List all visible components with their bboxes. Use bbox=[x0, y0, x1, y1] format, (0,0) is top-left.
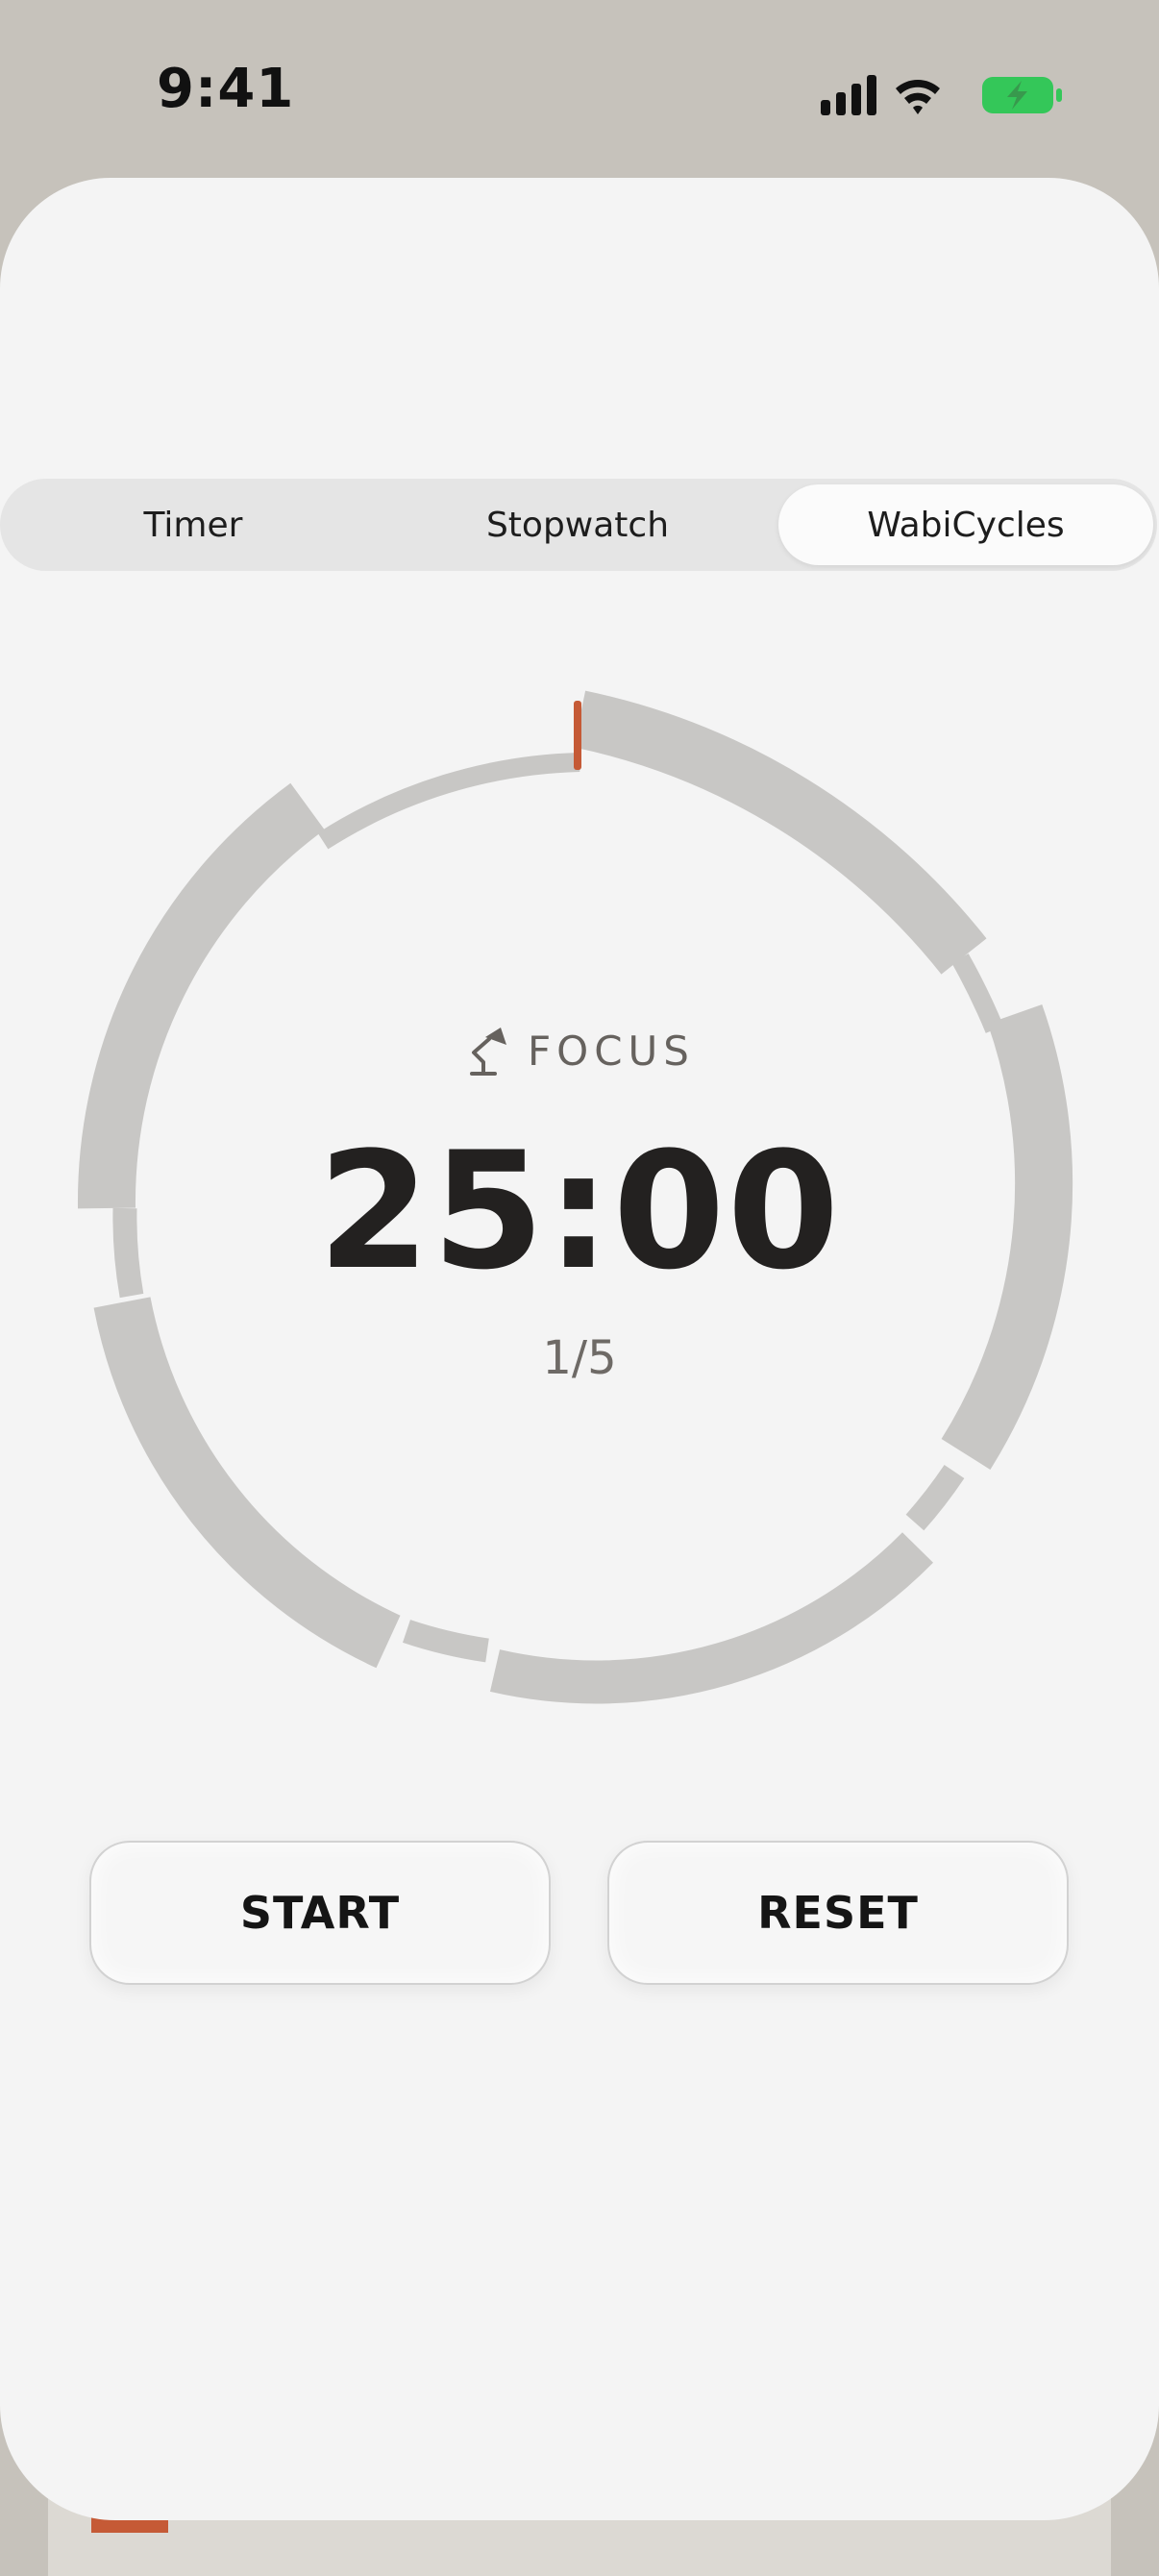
progress-marker bbox=[574, 701, 581, 770]
status-icons bbox=[821, 75, 1062, 115]
ring-segment bbox=[77, 782, 325, 1209]
main-card: Timer Stopwatch WabiCycles FOCUS 25:00 1… bbox=[0, 178, 1159, 2520]
battery-charging-icon bbox=[982, 77, 1062, 113]
ring-segment bbox=[489, 1532, 934, 1704]
ring-segment bbox=[317, 753, 580, 850]
cellular-signal-icon bbox=[821, 75, 876, 115]
ring-segment bbox=[112, 1207, 144, 1299]
reset-button[interactable]: RESET bbox=[607, 1841, 1069, 1985]
phase-row: FOCUS bbox=[291, 1017, 868, 1084]
tab-timer[interactable]: Timer bbox=[6, 484, 381, 565]
phase-label: FOCUS bbox=[528, 1027, 695, 1075]
cycle-ring bbox=[77, 690, 1073, 1704]
status-bar: 9:41 bbox=[0, 0, 1159, 183]
tab-wabicycles[interactable]: WabiCycles bbox=[778, 484, 1153, 565]
mode-segmented-control: Timer Stopwatch WabiCycles bbox=[0, 479, 1157, 571]
desk-lamp-icon bbox=[470, 1028, 507, 1076]
cycle-counter: 1/5 bbox=[542, 1331, 617, 1385]
ring-segment bbox=[905, 1464, 965, 1531]
ring-segment bbox=[403, 1620, 489, 1663]
ring-segment bbox=[941, 1004, 1073, 1470]
wifi-icon bbox=[896, 80, 940, 114]
timer-display: 25:00 bbox=[317, 1117, 842, 1305]
ring-segment bbox=[951, 954, 1004, 1033]
ring-segment bbox=[573, 690, 987, 975]
status-time: 9:41 bbox=[157, 58, 295, 120]
start-button[interactable]: START bbox=[89, 1841, 551, 1985]
tab-stopwatch[interactable]: Stopwatch bbox=[390, 484, 765, 565]
